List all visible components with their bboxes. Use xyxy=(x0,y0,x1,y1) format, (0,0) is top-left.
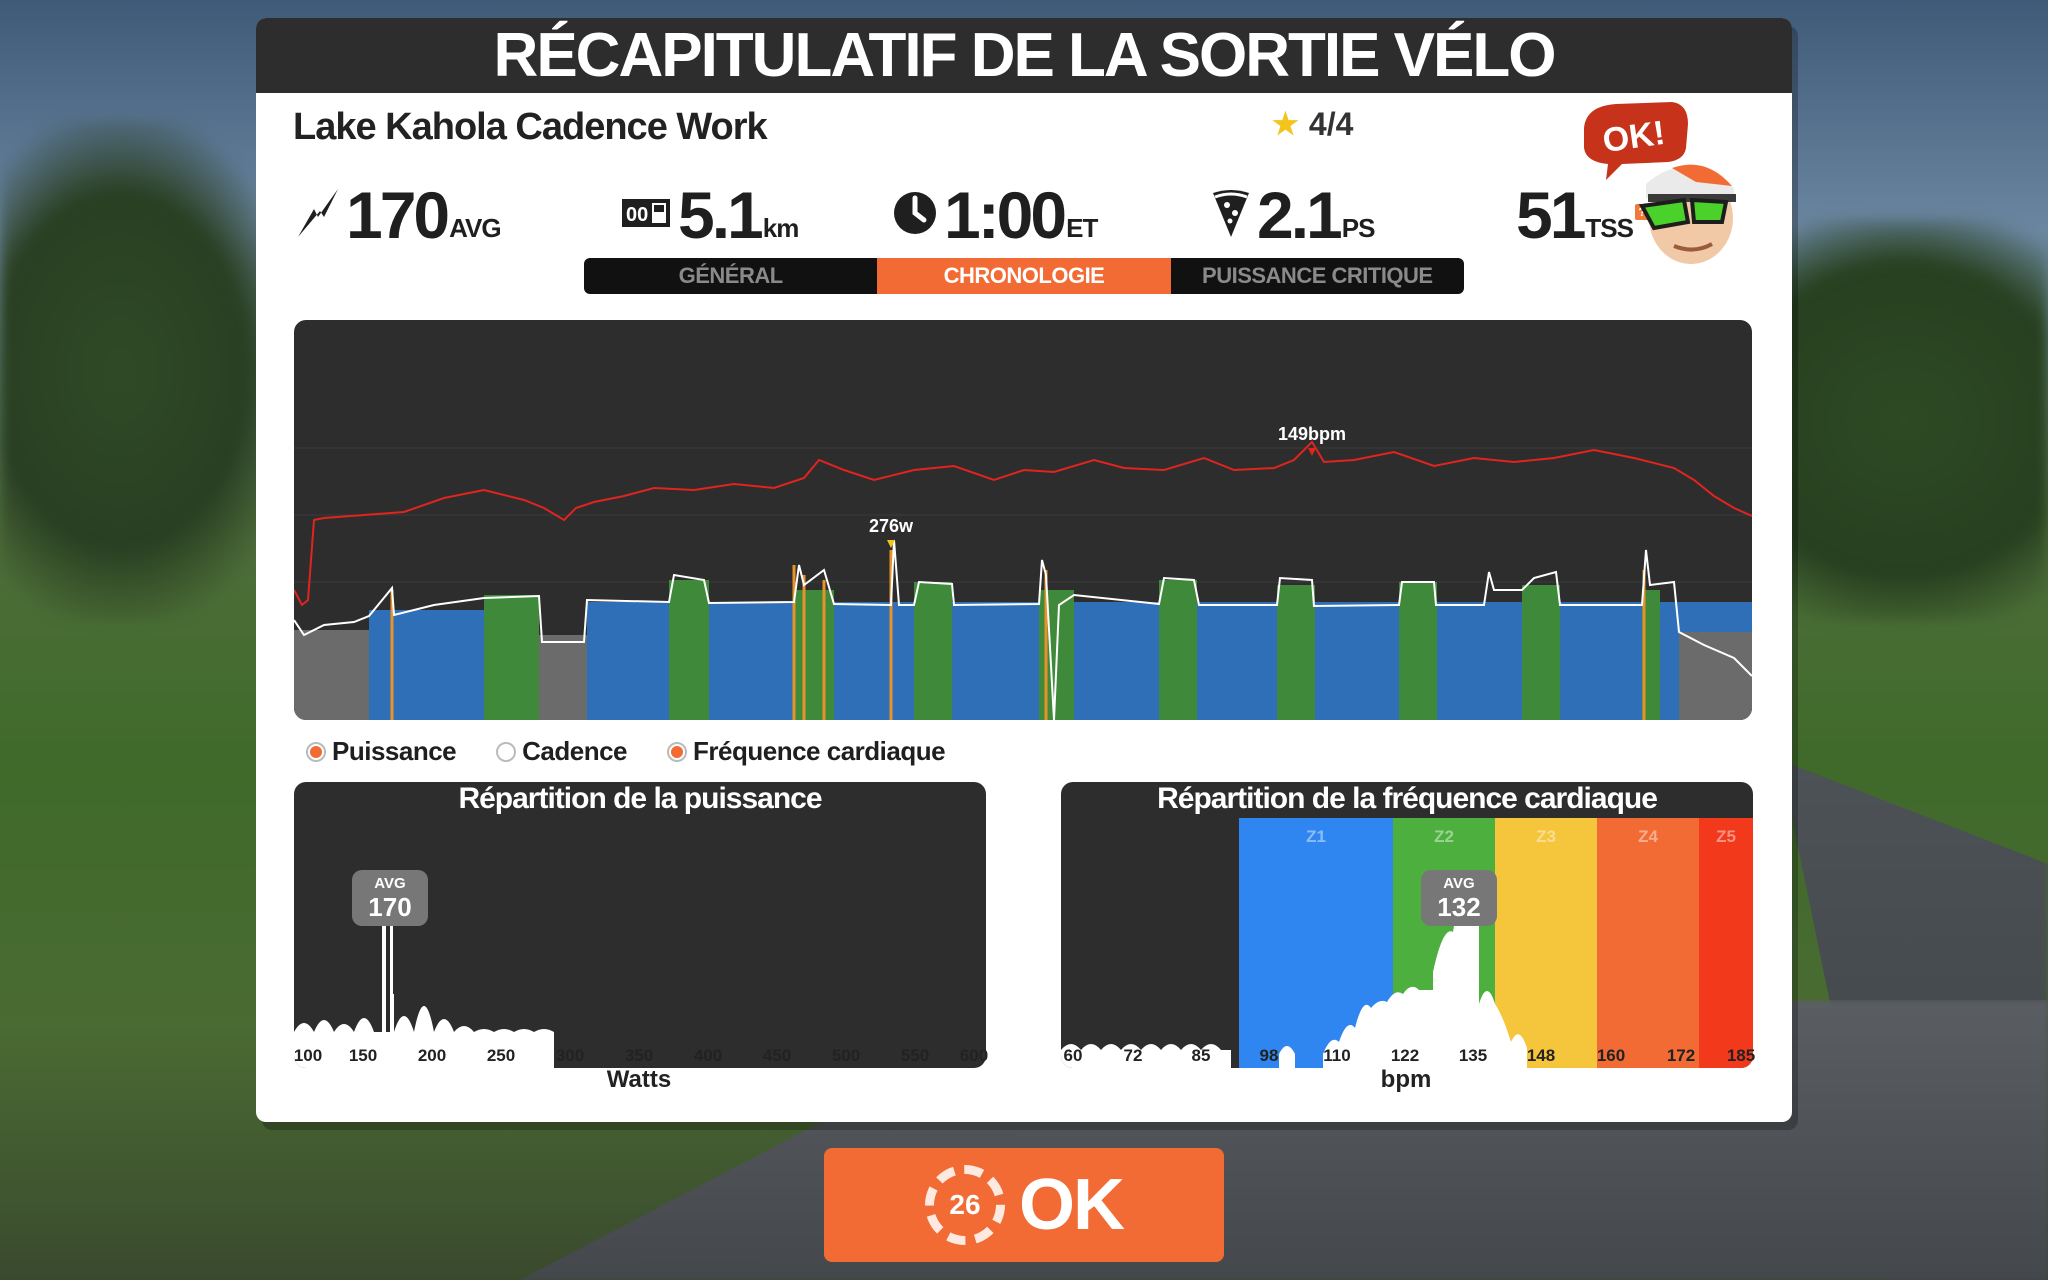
zone-label-z1: Z1 xyxy=(1306,827,1326,846)
tab-chronologie[interactable]: CHRONOLOGIE xyxy=(877,258,1171,294)
power-tick: 350 xyxy=(624,1046,654,1065)
power-tick: 600 xyxy=(959,1046,989,1065)
zone-label-z4: Z4 xyxy=(1638,827,1658,846)
hr-tick: 98 xyxy=(1259,1046,1279,1065)
hr-tick: 122 xyxy=(1390,1046,1420,1065)
hr-tick: 160 xyxy=(1596,1046,1626,1065)
pizza-icon xyxy=(1211,178,1251,248)
hr-tick: 72 xyxy=(1123,1046,1143,1065)
power-tick: 200 xyxy=(417,1046,447,1065)
stat-distance: 00 5.1 km xyxy=(620,178,800,252)
star-icon: ★ xyxy=(1272,108,1299,141)
ok-button-label: OK xyxy=(1019,1165,1125,1245)
power-tick: 150 xyxy=(348,1046,378,1065)
power-radio-icon[interactable] xyxy=(306,741,326,762)
heart-rate-distribution-svg: Z1 Z2 Z3 Z4 Z5 AVG 132 xyxy=(1061,818,1753,1068)
stat-tss-value: 51 xyxy=(1516,178,1586,252)
stat-time-value: 1:00 xyxy=(944,178,1067,252)
heart-rate-distribution-title: Répartition de la fréquence cardiaque xyxy=(1157,782,1658,815)
hr-tick: 148 xyxy=(1526,1046,1556,1065)
legend-power-label: Puissance xyxy=(332,736,457,766)
clock-icon xyxy=(892,178,938,248)
stat-avg-power: 170 AVG xyxy=(296,178,502,252)
legend-cadence[interactable]: Cadence xyxy=(496,736,628,767)
workout-name: Lake Kahola Cadence Work xyxy=(293,106,768,148)
zone-band-z4 xyxy=(1597,818,1699,1068)
lightning-icon xyxy=(296,178,340,248)
power-distribution-svg: AVG 170 xyxy=(294,870,554,1068)
max-hr-label: 149bpm xyxy=(1278,424,1346,444)
hr-avg-label: AVG xyxy=(1443,875,1474,892)
stat-avg-power-unit: AVG xyxy=(449,213,501,243)
timeline-chart: 276w 149bpm xyxy=(294,320,1752,720)
workout-rating: ★ 4/4 xyxy=(1272,106,1353,143)
max-hr-marker: 149bpm xyxy=(1278,424,1346,456)
stat-time: 1:00 ET xyxy=(892,178,1098,252)
hr-tick: 110 xyxy=(1323,1046,1351,1065)
hr-tick: 185 xyxy=(1726,1046,1756,1065)
power-tick: 450 xyxy=(762,1046,792,1065)
power-tick: 550 xyxy=(900,1046,930,1065)
cadence-radio-icon[interactable] xyxy=(496,741,517,762)
svg-text:00: 00 xyxy=(626,204,648,226)
power-tick: 400 xyxy=(693,1046,723,1065)
stat-distance-unit: km xyxy=(762,213,800,243)
max-power-label: 276w xyxy=(869,516,914,536)
stat-avg-power-value: 170 xyxy=(346,178,450,252)
stat-pizza-value: 2.1 xyxy=(1257,178,1343,252)
power-tick: 100 xyxy=(293,1046,323,1065)
zone-band-z3 xyxy=(1495,818,1597,1068)
timeline-gridlines xyxy=(294,447,1752,583)
panel-title: RÉCAPITULATIF DE LA SORTIE VÉLO xyxy=(256,18,1792,93)
countdown-timer-icon: 26 xyxy=(925,1165,1005,1245)
hr-tick: 85 xyxy=(1191,1046,1211,1065)
background-trees-left xyxy=(0,120,300,620)
power-distribution-chart: Répartition de la puissance AVG 170 xyxy=(294,782,986,1068)
timeline-svg: 276w 149bpm xyxy=(294,424,1752,720)
zone-label-z5: Z5 xyxy=(1716,827,1736,846)
stat-pizza-unit: PS xyxy=(1341,213,1376,243)
hr-tick: 135 xyxy=(1458,1046,1488,1065)
power-zone-bands xyxy=(294,580,1752,720)
timeline-legend: Puissance Cadence Fréquence cardiaque xyxy=(306,736,946,767)
heart-rate-radio-icon[interactable] xyxy=(667,741,688,762)
power-avg-label: AVG xyxy=(374,875,405,892)
rating-value: 4/4 xyxy=(1308,106,1354,142)
mascot-avatar: OK! xyxy=(1584,102,1736,264)
heart-rate-distribution-chart: Répartition de la fréquence cardiaque Z1… xyxy=(1061,782,1753,1068)
legend-cadence-label: Cadence xyxy=(522,736,628,766)
stat-distance-value: 5.1 xyxy=(678,178,764,252)
zone-label-z2: Z2 xyxy=(1434,827,1454,846)
heart-rate-axis-title: bpm xyxy=(1380,1066,1432,1093)
tab-puissance-critique[interactable]: PUISSANCE CRITIQUE xyxy=(1171,258,1464,294)
power-tick: 500 xyxy=(831,1046,861,1065)
hr-tick: 60 xyxy=(1063,1046,1083,1065)
power-axis-title: Watts xyxy=(606,1066,672,1093)
legend-heart-rate-label: Fréquence cardiaque xyxy=(693,736,946,766)
countdown-value: 26 xyxy=(949,1189,981,1220)
max-power-marker: 276w xyxy=(869,516,914,548)
power-tick: 300 xyxy=(555,1046,585,1065)
hr-tick: 172 xyxy=(1666,1046,1696,1065)
heart-rate-line xyxy=(294,440,1752,607)
zone-label-z3: Z3 xyxy=(1536,827,1556,846)
summary-tabs: GÉNÉRAL CHRONOLOGIE PUISSANCE CRITIQUE xyxy=(584,258,1464,294)
ride-summary-panel: RÉCAPITULATIF DE LA SORTIE VÉLO Lake Kah… xyxy=(256,18,1792,1122)
stat-time-unit: ET xyxy=(1066,213,1098,243)
legend-power[interactable]: Puissance xyxy=(306,736,457,767)
odometer-icon: 00 xyxy=(620,178,672,248)
tab-general[interactable]: GÉNÉRAL xyxy=(584,258,877,294)
legend-heart-rate[interactable]: Fréquence cardiaque xyxy=(667,736,946,767)
power-distribution-title: Répartition de la puissance xyxy=(458,782,822,815)
stat-pizza: 2.1 PS xyxy=(1211,178,1376,252)
ok-button[interactable]: 26 OK xyxy=(824,1148,1224,1262)
power-avg-value: 170 xyxy=(368,892,411,922)
zone-band-z5 xyxy=(1699,818,1753,1068)
power-tick: 250 xyxy=(486,1046,516,1065)
hr-avg-value: 132 xyxy=(1437,892,1480,922)
